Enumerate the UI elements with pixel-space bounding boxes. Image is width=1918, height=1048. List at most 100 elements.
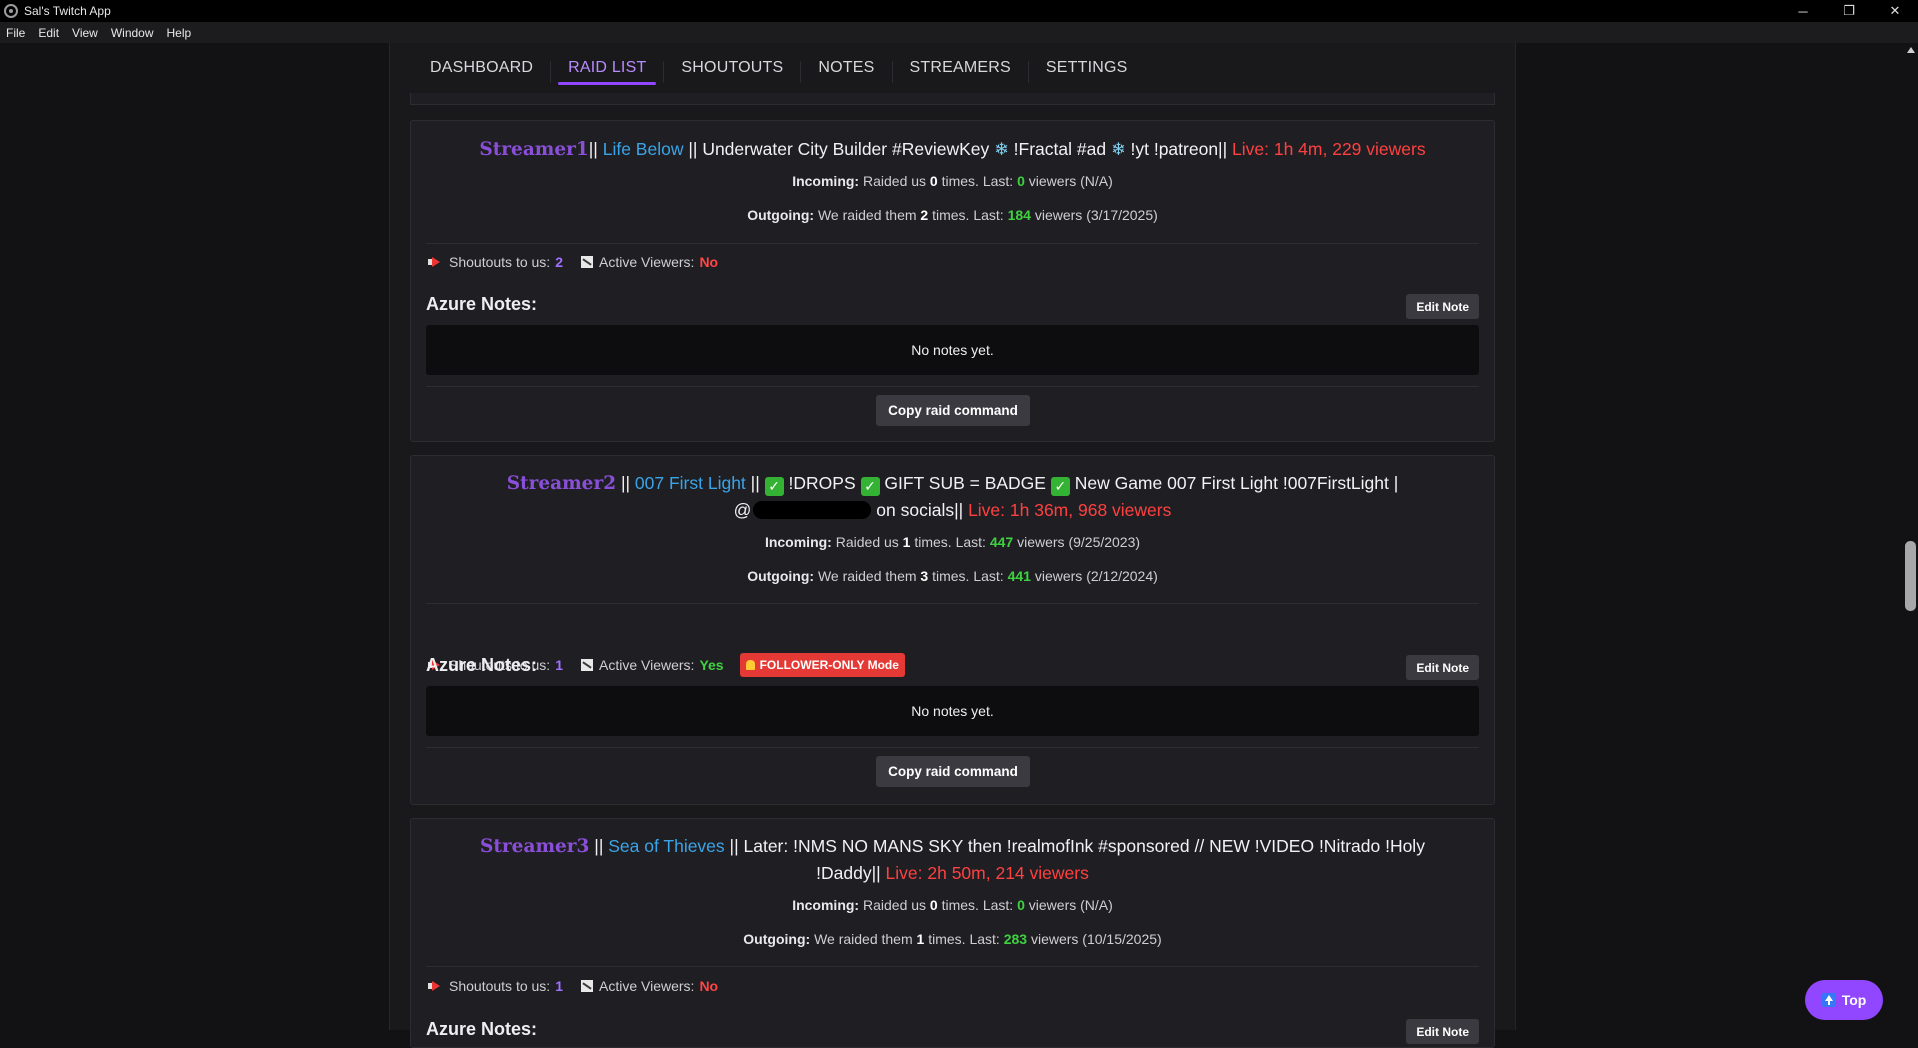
scroll-thumb[interactable] [1905,541,1916,611]
active-viewers-label: Active Viewers: [598,978,695,994]
stat-text: times. Last: [941,173,1014,189]
redacted-block [753,501,872,519]
stream-title: || Underwater City Builder #ReviewKey [688,139,990,159]
stat-text: times. Last: [914,534,986,550]
stream-title: GIFT SUB = BADGE [884,473,1046,493]
window-title: Sal's Twitch App [24,4,111,18]
shoutouts-label: Shoutouts to us: [449,254,551,270]
outgoing-label: Outgoing: [747,568,815,584]
tab-dashboard[interactable]: DASHBOARD [420,59,552,85]
game-link[interactable]: Sea of Thieves [608,836,724,856]
outgoing-times: 1 [916,931,925,947]
shoutouts-count: 2 [555,254,563,270]
snowflake-icon: ❄ [1110,139,1126,159]
streamer-name[interactable]: Streamer3 [480,836,589,857]
copy-raid-command-button[interactable]: Copy raid command [876,756,1030,787]
game-link[interactable]: Life Below [603,139,684,159]
divider [426,747,1479,748]
incoming-label: Incoming: [764,534,832,550]
stat-text: times. Last: [932,568,1004,584]
stream-title: || [750,473,760,493]
megaphone-icon [428,981,442,991]
live-status: Live: 2h 50m, 214 viewers [885,863,1089,883]
top-label: Top [1841,992,1867,1008]
menu-bar: File Edit View Window Help [0,22,1918,43]
outgoing-stats: Outgoing: We raided them 3 times. Last: … [411,568,1494,584]
main-content: DASHBOARD RAID LIST SHOUTOUTS NOTES STRE… [389,43,1516,1048]
incoming-times: 0 [929,897,938,913]
card-title: Streamer2 || 007 First Light || ✓ !DROPS… [411,470,1494,523]
outgoing-stats: Outgoing: We raided them 1 times. Last: … [411,931,1494,947]
stat-text: viewers (2/12/2024) [1034,568,1158,584]
shoutouts-count: 1 [555,657,563,673]
close-icon[interactable]: ✕ [1872,0,1918,22]
tab-streamers[interactable]: STREAMERS [900,59,1030,85]
separator: || [594,836,604,856]
menu-window[interactable]: Window [111,26,154,40]
app-icon [4,4,18,18]
edit-note-button[interactable]: Edit Note [1406,655,1479,680]
meta-row: Shoutouts to us: 2 Active Viewers: No [428,252,718,272]
stream-title: !yt !patreon|| [1130,139,1228,159]
tab-raid-list[interactable]: RAID LIST [558,59,665,85]
stream-title: @ [733,500,752,520]
outgoing-times: 3 [920,568,929,584]
menu-view[interactable]: View [72,26,98,40]
stream-title: !Daddy|| [816,863,881,883]
stream-title: || Later: !NMS NO MANS SKY then !realmof… [729,836,1425,856]
stat-text: viewers (3/17/2025) [1034,207,1158,223]
outgoing-times: 2 [920,207,929,223]
divider [426,386,1479,387]
raid-card: Streamer2 || 007 First Light || ✓ !DROPS… [410,455,1495,805]
raid-card: Streamer3 || Sea of Thieves || Later: !N… [410,818,1495,1048]
back-to-top-button[interactable]: Top [1805,980,1883,1020]
window-controls: ─ ❐ ✕ [1780,0,1918,22]
incoming-times: 0 [929,173,938,189]
raid-card: Streamer1|| Life Below || Underwater Cit… [410,120,1495,442]
active-viewers-value: No [699,254,719,270]
copy-raid-command-button[interactable]: Copy raid command [876,395,1030,426]
streamer-name[interactable]: Streamer2 [507,473,616,494]
incoming-label: Incoming: [792,897,860,913]
live-status: Live: 1h 36m, 968 viewers [968,500,1172,520]
incoming-label: Incoming: [792,173,860,189]
minimize-icon[interactable]: ─ [1780,0,1826,22]
separator: || [588,139,598,159]
tab-settings[interactable]: SETTINGS [1036,59,1138,85]
notes-box: No notes yet. [426,325,1479,375]
page-scrollbar[interactable] [1904,43,1918,1030]
incoming-stats: Incoming: Raided us 0 times. Last: 0 vie… [411,897,1494,913]
divider [426,243,1479,244]
outgoing-viewers: 283 [1003,931,1028,947]
stat-text: Raided us [862,897,927,913]
outgoing-viewers: 184 [1007,207,1031,223]
restore-icon[interactable]: ❐ [1826,0,1872,22]
game-link[interactable]: 007 First Light [635,473,746,493]
stat-text: times. Last: [928,931,1000,947]
outgoing-stats: Outgoing: We raided them 2 times. Last: … [411,207,1494,223]
menu-file[interactable]: File [6,26,25,40]
menu-edit[interactable]: Edit [38,26,59,40]
streamer-name[interactable]: Streamer1 [479,139,588,160]
divider [426,603,1479,604]
check-icon: ✓ [1050,477,1070,496]
edit-note-button[interactable]: Edit Note [1406,1019,1479,1044]
outgoing-label: Outgoing: [743,931,811,947]
tab-notes[interactable]: NOTES [808,59,893,85]
app-canvas: DASHBOARD RAID LIST SHOUTOUTS NOTES STRE… [0,43,1918,1048]
edit-note-button[interactable]: Edit Note [1406,294,1479,319]
stream-title: !Fractal #ad [1013,139,1107,159]
meta-row: Shoutouts to us: 1 Active Viewers: No [428,976,718,996]
incoming-stats: Incoming: Raided us 1 times. Last: 447 v… [411,534,1494,550]
outgoing-label: Outgoing: [747,207,815,223]
stat-text: We raided them [814,931,913,947]
follower-only-badge: FOLLOWER-ONLY Mode [739,653,905,677]
menu-help[interactable]: Help [167,26,192,40]
outgoing-viewers: 441 [1007,568,1031,584]
scroll-up-icon[interactable] [1907,47,1915,53]
check-icon: ✓ [860,477,880,496]
stat-text: times. Last: [932,207,1004,223]
incoming-viewers: 0 [1017,897,1025,913]
card-title: Streamer1|| Life Below || Underwater Cit… [411,136,1494,163]
tab-shoutouts[interactable]: SHOUTOUTS [671,59,802,85]
